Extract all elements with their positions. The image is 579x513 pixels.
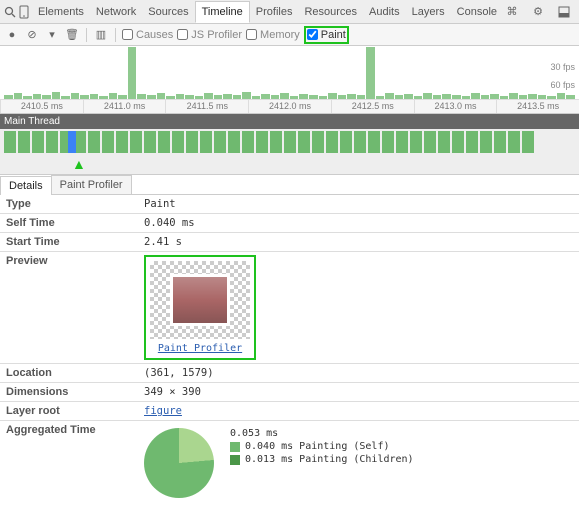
- legend-self: 0.040 ms Painting (Self): [245, 441, 390, 452]
- highlight-preview: Paint Profiler: [144, 255, 256, 360]
- selected-event[interactable]: [68, 131, 76, 153]
- checkbox-causes-label: Causes: [136, 29, 173, 41]
- timeline-bars: [0, 47, 579, 99]
- tab-paint-profiler[interactable]: Paint Profiler: [51, 175, 132, 194]
- value-start-time: 2.41 s: [138, 233, 579, 251]
- layer-root-link[interactable]: figure: [144, 405, 182, 417]
- checkbox-jsprofiler-label: JS Profiler: [191, 29, 242, 41]
- label-type: Type: [0, 195, 138, 213]
- tick: 2412.5 ms: [331, 100, 414, 113]
- value-self-time: 0.040 ms: [138, 214, 579, 232]
- tab-elements[interactable]: Elements: [32, 2, 90, 22]
- main-thread-track[interactable]: ▲: [0, 129, 579, 175]
- preview-thumbnail[interactable]: [150, 261, 250, 339]
- value-dimensions: 349 × 390: [138, 383, 579, 401]
- legend-children: 0.013 ms Painting (Children): [245, 454, 414, 465]
- main-thread-bars: [0, 129, 579, 155]
- tick: 2411.0 ms: [83, 100, 166, 113]
- clear-button[interactable]: ⊘: [24, 27, 40, 43]
- search-icon[interactable]: [4, 3, 16, 21]
- selection-arrow-icon: ▲: [72, 156, 86, 172]
- details-tabs: Details Paint Profiler: [0, 175, 579, 195]
- preview-image: [170, 274, 230, 326]
- swatch-self: [230, 442, 240, 452]
- label-agg-time: Aggregated Time: [0, 421, 138, 505]
- paint-profiler-link[interactable]: Paint Profiler: [150, 343, 250, 354]
- tick: 2413.0 ms: [414, 100, 497, 113]
- tab-layers[interactable]: Layers: [406, 2, 451, 22]
- label-location: Location: [0, 364, 138, 382]
- swatch-children: [230, 455, 240, 465]
- drawer-toggle-icon[interactable]: ⌘: [503, 3, 521, 21]
- device-icon[interactable]: [18, 3, 30, 21]
- time-axis: 2410.5 ms 2411.0 ms 2411.5 ms 2412.0 ms …: [0, 99, 579, 113]
- tick: 2413.5 ms: [496, 100, 579, 113]
- separator: [115, 28, 116, 42]
- main-thread-header: Main Thread: [0, 114, 579, 129]
- checkbox-paint[interactable]: Paint: [307, 29, 346, 41]
- checkbox-jsprofiler[interactable]: JS Profiler: [177, 29, 242, 41]
- tab-resources[interactable]: Resources: [298, 2, 363, 22]
- legend: 0.053 ms 0.040 ms Painting (Self) 0.013 …: [230, 428, 414, 467]
- value-type: Paint: [138, 195, 579, 213]
- gear-icon[interactable]: ⚙: [529, 3, 547, 21]
- tab-network[interactable]: Network: [90, 2, 142, 22]
- view-mode-button[interactable]: ▥: [93, 27, 109, 43]
- checkbox-memory[interactable]: Memory: [246, 29, 300, 41]
- label-layer-root: Layer root: [0, 402, 138, 420]
- highlight-paint-checkbox: Paint: [304, 26, 349, 44]
- details-panel: Type Paint Self Time 0.040 ms Start Time…: [0, 195, 579, 505]
- tab-audits[interactable]: Audits: [363, 2, 406, 22]
- label-dimensions: Dimensions: [0, 383, 138, 401]
- filter-button[interactable]: ▾: [44, 27, 60, 43]
- tick: 2412.0 ms: [248, 100, 331, 113]
- tab-sources[interactable]: Sources: [142, 2, 194, 22]
- tick: 2410.5 ms: [0, 100, 83, 113]
- dock-icon[interactable]: [555, 3, 573, 21]
- timeline-overview[interactable]: 30 fps 60 fps 2410.5 ms 2411.0 ms 2411.5…: [0, 46, 579, 114]
- label-start-time: Start Time: [0, 233, 138, 251]
- tab-details[interactable]: Details: [0, 176, 52, 195]
- pie-chart: [144, 428, 214, 498]
- checkbox-causes[interactable]: Causes: [122, 29, 173, 41]
- label-preview: Preview: [0, 252, 138, 363]
- tab-profiles[interactable]: Profiles: [250, 2, 299, 22]
- separator: [86, 28, 87, 42]
- checkbox-memory-label: Memory: [260, 29, 300, 41]
- top-tabs: Elements Network Sources Timeline Profil…: [32, 1, 503, 23]
- checkbox-paint-label: Paint: [321, 29, 346, 41]
- value-location: (361, 1579): [138, 364, 579, 382]
- tick: 2411.5 ms: [165, 100, 248, 113]
- label-self-time: Self Time: [0, 214, 138, 232]
- tab-console[interactable]: Console: [451, 2, 503, 22]
- tab-timeline[interactable]: Timeline: [195, 1, 250, 23]
- record-button[interactable]: ●: [4, 27, 20, 43]
- gc-button[interactable]: 🗑: [64, 27, 80, 43]
- legend-total: 0.053 ms: [230, 428, 414, 439]
